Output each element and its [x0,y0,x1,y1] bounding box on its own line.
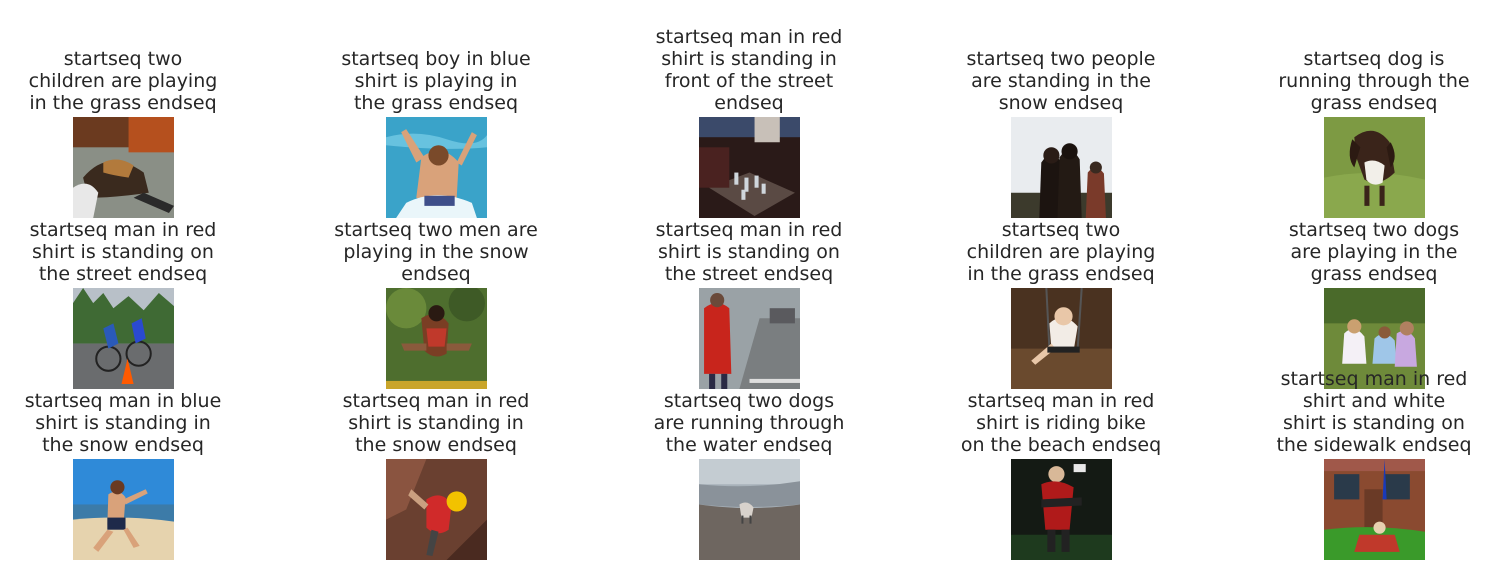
thumbnail-5 [1324,117,1425,218]
caption-6: startseq man in red shirt is standing on… [29,219,217,285]
caption-4: startseq two people are standing in the … [966,48,1156,114]
thumbnail-1 [73,117,174,218]
thumbnail-7 [386,288,487,389]
thumbnail-3 [699,117,800,218]
caption-5: startseq dog is running through the gras… [1278,48,1470,114]
caption-15: startseq man in red shirt and white shir… [1276,368,1472,456]
caption-2: startseq boy in blue shirt is playing in… [341,48,531,114]
caption-11: startseq man in blue shirt is standing i… [24,390,222,456]
thumbnail-4 [1011,117,1112,218]
thumbnail-2 [386,117,487,218]
caption-14: startseq man in red shirt is riding bike… [960,390,1162,456]
thumbnail-8 [699,288,800,389]
thumbnail-12 [386,459,487,560]
caption-8: startseq man in red shirt is standing on… [655,219,843,285]
caption-13: startseq two dogs are running through th… [653,390,845,456]
thumbnail-13 [699,459,800,560]
caption-7: startseq two men are playing in the snow… [334,219,538,285]
thumbnail-11 [73,459,174,560]
caption-3: startseq man in red shirt is standing in… [655,26,843,114]
thumbnail-15 [1324,459,1425,560]
thumbnail-14 [1011,459,1112,560]
caption-10: startseq two dogs are playing in the gra… [1288,219,1460,285]
caption-9: startseq two children are playing in the… [966,219,1156,285]
caption-1: startseq two children are playing in the… [28,48,218,114]
thumbnail-6 [73,288,174,389]
caption-12: startseq man in red shirt is standing in… [342,390,530,456]
thumbnail-9 [1011,288,1112,389]
